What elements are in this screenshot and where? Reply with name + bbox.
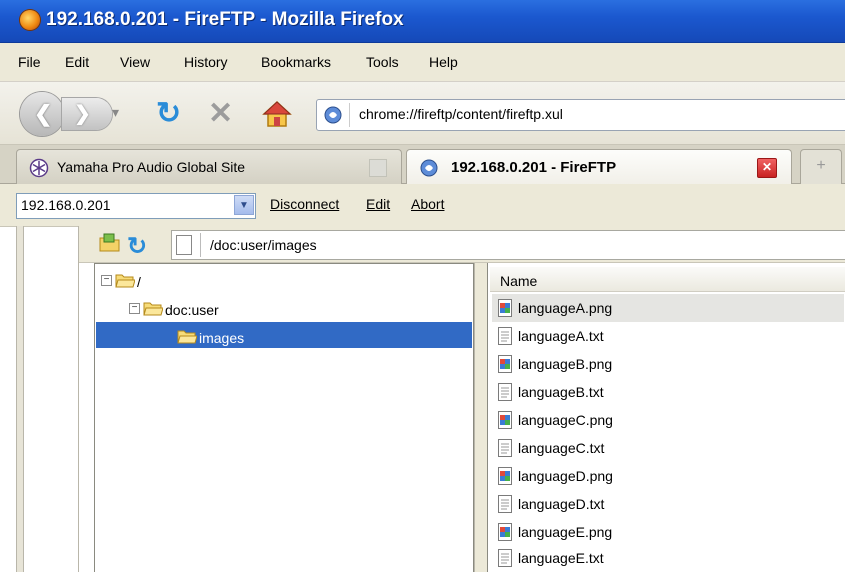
close-tab-icon[interactable] xyxy=(369,159,387,177)
text-file-icon xyxy=(498,383,512,401)
remote-path-text[interactable]: /doc:user/images xyxy=(210,237,317,253)
tree-node-label: / xyxy=(137,274,141,290)
stop-icon[interactable]: ✕ xyxy=(208,96,233,131)
file-row[interactable]: languageD.png xyxy=(492,462,844,490)
menu-tools[interactable]: Tools xyxy=(366,54,399,70)
menu-bar: File Edit View History Bookmarks Tools H… xyxy=(0,43,845,82)
abort-button[interactable]: Abort xyxy=(411,196,444,212)
tab-label: 192.168.0.201 - FireFTP xyxy=(451,159,617,176)
collapse-icon[interactable]: − xyxy=(101,275,112,286)
file-row[interactable]: languageA.txt xyxy=(492,322,844,350)
close-tab-icon[interactable]: ✕ xyxy=(757,158,777,178)
path-separator xyxy=(200,233,201,257)
tree-node-label: doc:user xyxy=(165,302,219,318)
window-title: 192.168.0.201 - FireFTP - Mozilla Firefo… xyxy=(46,9,404,30)
tab-strip: Yamaha Pro Audio Global Site 192.168.0.2… xyxy=(0,145,845,185)
file-row[interactable]: languageB.txt xyxy=(492,378,844,406)
chevron-down-icon[interactable]: ▼ xyxy=(234,195,254,215)
menu-edit[interactable]: Edit xyxy=(65,54,89,70)
menu-help[interactable]: Help xyxy=(429,54,458,70)
file-name: languageB.txt xyxy=(518,384,604,400)
open-folder-icon xyxy=(143,302,163,316)
png-file-icon xyxy=(498,355,512,373)
pane-divider xyxy=(78,226,79,572)
back-arrow-icon: ❮ xyxy=(34,101,53,126)
png-file-icon xyxy=(498,467,512,485)
new-tab-button[interactable]: + xyxy=(800,149,842,184)
file-name: languageE.txt xyxy=(518,550,604,566)
column-header-label: Name xyxy=(500,273,538,289)
fireftp-toolbar: 192.168.0.201 ▼ Disconnect Edit Abort xyxy=(0,184,845,227)
file-row[interactable]: languageA.png xyxy=(492,294,844,322)
file-name: languageC.png xyxy=(518,412,613,428)
fireftp-icon xyxy=(420,159,438,177)
url-text[interactable]: chrome://fireftp/content/fireftp.xul xyxy=(359,106,563,122)
file-name: languageD.txt xyxy=(518,496,605,512)
png-file-icon xyxy=(498,411,512,429)
menu-file[interactable]: File xyxy=(18,54,41,70)
png-file-icon xyxy=(498,523,512,541)
remote-path-input[interactable]: /doc:user/images xyxy=(171,230,845,260)
tab-yamaha[interactable]: Yamaha Pro Audio Global Site xyxy=(16,149,402,184)
edit-button[interactable]: Edit xyxy=(366,196,390,212)
tree-node-doc-user[interactable]: − doc:user xyxy=(129,298,429,322)
forward-button[interactable]: ❯ xyxy=(62,98,112,130)
refresh-icon[interactable]: ↻ xyxy=(127,232,147,261)
url-bar[interactable]: chrome://fireftp/content/fireftp.xul xyxy=(316,99,845,131)
open-folder-icon xyxy=(115,274,135,288)
pane-splitter[interactable] xyxy=(474,263,488,572)
file-row[interactable]: languageC.png xyxy=(492,406,844,434)
remote-path-bar: ↻ /doc:user/images xyxy=(79,226,845,263)
firefox-icon xyxy=(20,10,40,30)
file-row[interactable]: languageD.txt xyxy=(492,490,844,518)
tree-node-images[interactable]: images xyxy=(177,326,467,350)
local-pane-splitter[interactable] xyxy=(16,226,24,572)
menu-history[interactable]: History xyxy=(184,54,228,70)
open-folder-icon xyxy=(177,330,197,344)
history-dropdown-icon[interactable]: ▾ xyxy=(112,104,119,121)
collapse-icon[interactable]: − xyxy=(129,303,140,314)
browser-window: 192.168.0.201 - FireFTP - Mozilla Firefo… xyxy=(0,0,845,572)
file-row[interactable]: languageC.txt xyxy=(492,434,844,462)
back-button[interactable]: ❮ xyxy=(20,92,64,136)
remote-file-list: Name languageA.png languageA.txt languag… xyxy=(487,263,845,572)
file-name: languageA.png xyxy=(518,300,613,316)
reload-icon[interactable]: ↻ xyxy=(156,96,181,131)
column-header-name[interactable]: Name xyxy=(490,267,845,292)
fireftp-site-icon xyxy=(324,106,342,124)
file-row[interactable]: languageB.png xyxy=(492,350,844,378)
file-row[interactable]: languageE.png xyxy=(492,518,844,546)
home-icon[interactable] xyxy=(262,100,292,128)
url-separator xyxy=(349,103,350,127)
png-file-icon xyxy=(498,299,512,317)
tab-fireftp[interactable]: 192.168.0.201 - FireFTP ✕ xyxy=(406,149,792,185)
host-value: 192.168.0.201 xyxy=(21,197,111,213)
file-row[interactable]: languageE.txt xyxy=(492,544,844,572)
change-directory-folder-icon[interactable] xyxy=(99,233,121,253)
file-name: languageB.png xyxy=(518,356,613,372)
text-file-icon xyxy=(498,495,512,513)
navigation-toolbar: ❮ ❯ ▾ ↻ ✕ chrome://fireftp/content/firef… xyxy=(0,82,845,145)
file-name: languageD.png xyxy=(518,468,613,484)
text-file-icon xyxy=(498,549,512,567)
document-icon xyxy=(176,235,192,255)
file-name: languageE.png xyxy=(518,524,613,540)
host-select[interactable]: 192.168.0.201 ▼ xyxy=(16,193,256,219)
menu-bookmarks[interactable]: Bookmarks xyxy=(261,54,331,70)
yamaha-logo-icon xyxy=(29,158,49,178)
text-file-icon xyxy=(498,327,512,345)
tree-node-root[interactable]: − / xyxy=(101,270,401,294)
title-bar: 192.168.0.201 - FireFTP - Mozilla Firefo… xyxy=(0,0,845,43)
file-name: languageC.txt xyxy=(518,440,605,456)
text-file-icon xyxy=(498,439,512,457)
disconnect-button[interactable]: Disconnect xyxy=(270,196,339,212)
forward-arrow-icon: ❯ xyxy=(74,103,91,125)
menu-view[interactable]: View xyxy=(120,54,150,70)
tab-label: Yamaha Pro Audio Global Site xyxy=(57,159,246,175)
remote-directory-tree: − / − doc:user images xyxy=(94,263,474,572)
tree-node-label: images xyxy=(199,330,245,346)
file-name: languageA.txt xyxy=(518,328,604,344)
